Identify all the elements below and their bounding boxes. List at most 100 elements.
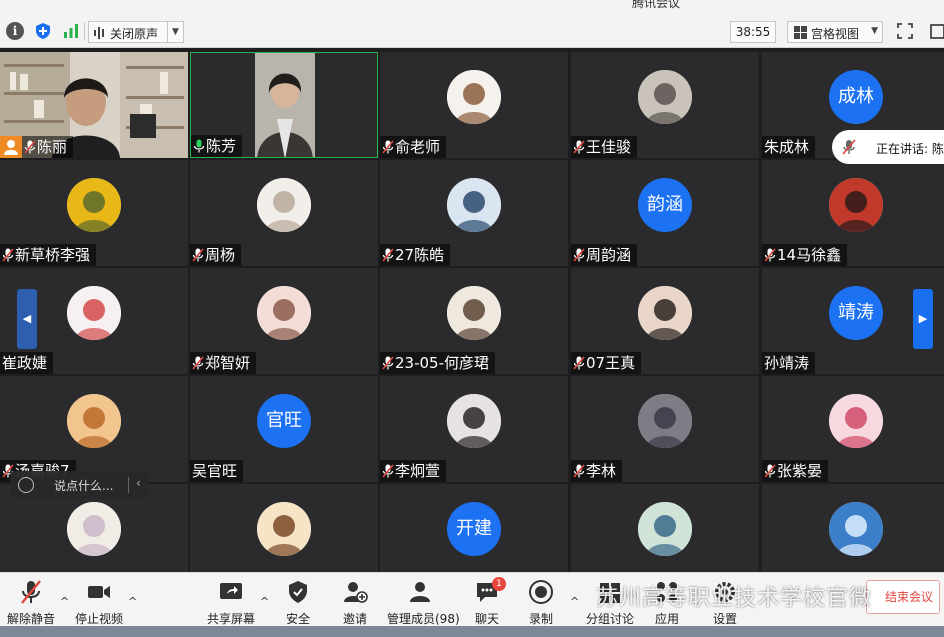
participant-tile[interactable]: [762, 484, 944, 584]
participant-tile[interactable]: 14马徐鑫: [762, 160, 944, 266]
avatar: [447, 178, 501, 232]
participant-namebar: 朱成林: [762, 136, 816, 158]
participant-tile[interactable]: [0, 484, 188, 584]
participant-namebar: 陈芳: [191, 135, 243, 157]
avatar: [638, 502, 692, 556]
participant-tile[interactable]: 陈芳: [190, 52, 378, 158]
end-meeting-button[interactable]: 结束会议: [866, 580, 940, 614]
participant-name: 郑智妍: [205, 354, 251, 372]
invite-button[interactable]: 邀请: [336, 579, 374, 629]
shield-icon[interactable]: [34, 22, 52, 40]
mic-active-icon: [193, 137, 205, 153]
avatar: [638, 394, 692, 448]
mic-muted-icon: [573, 354, 585, 370]
participant-tile[interactable]: 27陈皓: [380, 160, 568, 266]
participant-namebar: 俞老师: [380, 136, 447, 158]
chat-button[interactable]: 1 聊天: [470, 577, 506, 629]
participant-tile[interactable]: 汤嘉骏7: [0, 376, 188, 482]
members-icon: [410, 582, 430, 602]
noise-toggle-button[interactable]: 关闭原声 ▼: [88, 21, 184, 43]
mic-muted-icon: [382, 138, 394, 154]
mic-muted-icon: [192, 354, 204, 370]
avatar: 成林: [829, 70, 883, 124]
security-button[interactable]: 安全: [280, 579, 316, 629]
mic-muted-icon: [192, 246, 204, 262]
mic-muted-icon: [382, 462, 394, 478]
participant-tile[interactable]: 23-05-何彦珺: [380, 268, 568, 374]
chevron-up-icon[interactable]: ^: [570, 595, 579, 608]
participant-tile[interactable]: 王佳骏: [571, 52, 759, 158]
participant-tile[interactable]: 李炯萱: [380, 376, 568, 482]
participant-namebar: 陈丽: [22, 136, 74, 158]
participant-name: 07王真: [586, 354, 636, 372]
chevron-up-icon[interactable]: ^: [60, 595, 69, 608]
info-icon[interactable]: i: [6, 22, 24, 40]
speaking-label: 正在讲话: 陈: [876, 142, 944, 156]
unmute-label: 解除静音: [6, 612, 55, 626]
divider: [84, 22, 85, 40]
participant-tile[interactable]: 陈丽: [0, 52, 188, 158]
participant-name: 陈芳: [206, 137, 237, 155]
record-button[interactable]: 录制: [526, 579, 556, 629]
participant-namebar: 周韵涵: [571, 244, 638, 266]
participant-tile[interactable]: 开建: [380, 484, 568, 584]
participant-tile[interactable]: 俞老师: [380, 52, 568, 158]
participant-name: 张紫晏: [777, 462, 823, 480]
participant-tile[interactable]: 李林: [571, 376, 759, 482]
record-label: 录制: [528, 612, 553, 626]
participant-tile[interactable]: 韵涵 周韵涵: [571, 160, 759, 266]
participant-tile[interactable]: 郑智妍: [190, 268, 378, 374]
avatar: [447, 394, 501, 448]
avatar: [829, 502, 883, 556]
speaking-indicator: 正在讲话: 陈: [832, 130, 944, 164]
grid-view-icon: [794, 26, 807, 39]
mic-muted-icon: [382, 354, 394, 370]
window-title: 腾讯会议: [632, 0, 681, 10]
participant-name: 王佳骏: [586, 138, 632, 156]
manage-members-label: 管理成员(98): [387, 612, 460, 626]
divider: [128, 477, 129, 493]
signal-icon[interactable]: [62, 22, 80, 40]
participant-tile[interactable]: 官旺 吴官旺: [190, 376, 378, 482]
chevron-up-icon[interactable]: ^: [260, 595, 269, 608]
shield-icon: [289, 581, 307, 603]
participant-tile[interactable]: 新草桥李强: [0, 160, 188, 266]
manage-members-button[interactable]: 管理成员(98): [387, 579, 460, 629]
participant-name: 周杨: [205, 246, 236, 264]
mic-muted-icon: [2, 246, 14, 262]
participant-tile[interactable]: [190, 484, 378, 584]
chevron-right-icon: ▶: [918, 312, 928, 325]
participant-name: 孙靖涛: [764, 354, 810, 372]
prev-page-button[interactable]: ◀: [17, 289, 37, 349]
participant-name: 27陈皓: [395, 246, 445, 264]
quick-chat-box[interactable]: 说点什么... ‹: [10, 471, 148, 499]
participant-name: 朱成林: [764, 138, 810, 156]
participant-name: 俞老师: [395, 138, 441, 156]
avatar: [638, 70, 692, 124]
chevron-down-icon[interactable]: ▼: [167, 22, 183, 42]
avatar: [447, 286, 501, 340]
avatar: 开建: [447, 502, 501, 556]
share-screen-label: 共享屏幕: [206, 612, 255, 626]
unmute-button[interactable]: 解除静音: [6, 579, 56, 629]
fullscreen-icon[interactable]: [896, 22, 914, 40]
avatar: [67, 394, 121, 448]
avatar: [67, 178, 121, 232]
avatar: [447, 70, 501, 124]
share-screen-button[interactable]: 共享屏幕: [206, 579, 256, 629]
emoji-icon[interactable]: [18, 477, 34, 493]
participant-tile[interactable]: 张紫晏: [762, 376, 944, 482]
view-mode-button[interactable]: 宫格视图 ▼: [787, 21, 883, 43]
chevron-up-icon[interactable]: ^: [128, 595, 137, 608]
participant-name: 新草桥李强: [15, 246, 91, 264]
participant-tile[interactable]: [571, 484, 759, 584]
participant-tile[interactable]: 周杨: [190, 160, 378, 266]
window-mode-icon[interactable]: [929, 22, 944, 40]
stop-video-button[interactable]: 停止视频: [74, 579, 124, 629]
view-mode-label: 宫格视图: [811, 27, 860, 41]
chevron-left-icon[interactable]: ‹: [136, 476, 141, 490]
next-page-button[interactable]: ▶: [913, 289, 933, 349]
participant-tile[interactable]: 07王真: [571, 268, 759, 374]
mic-muted-icon: [573, 462, 585, 478]
chat-placeholder[interactable]: 说点什么...: [54, 477, 113, 494]
